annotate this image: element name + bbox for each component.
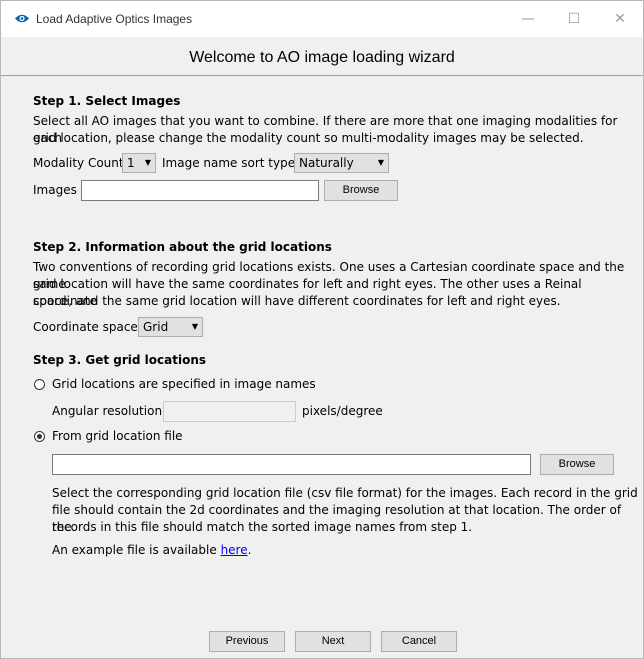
radio-grid-in-image-names[interactable] (34, 379, 45, 390)
step1-description-line2: grid location, please change the modalit… (33, 131, 584, 145)
step3-description-line3: records in this file should match the so… (52, 520, 473, 534)
step2-heading: Step 2. Information about the grid locat… (33, 240, 332, 254)
wizard-header: Welcome to AO image loading wizard (1, 38, 643, 76)
close-button[interactable]: ✕ (597, 1, 643, 37)
modality-count-dropdown[interactable]: 1 ▼ (122, 153, 156, 173)
modality-count-value: 1 (127, 156, 135, 170)
sort-type-label: Image name sort type (162, 156, 296, 170)
maximize-button[interactable]: ☐ (551, 1, 597, 37)
example-file-prefix: An example file is available (52, 543, 221, 557)
radio-grid-in-image-names-label[interactable]: Grid locations are specified in image na… (52, 376, 316, 393)
coordinate-space-label: Coordinate space (33, 320, 138, 334)
example-file-suffix: . (247, 543, 252, 557)
title-bar: Load Adaptive Optics Images — ☐ ✕ (1, 1, 643, 37)
coordinate-space-dropdown[interactable]: Grid ▼ (138, 317, 203, 337)
next-button[interactable]: Next (295, 631, 371, 652)
sort-type-dropdown[interactable]: Naturally ▼ (294, 153, 389, 173)
modality-count-label: Modality Count (33, 156, 124, 170)
images-browse-button[interactable]: Browse (324, 180, 398, 201)
angular-resolution-label: Angular resolution (52, 404, 163, 418)
grid-file-input[interactable] (52, 454, 531, 475)
step1-heading: Step 1. Select Images (33, 94, 181, 108)
images-input[interactable] (81, 180, 319, 201)
coordinate-space-value: Grid (143, 320, 169, 334)
cancel-button[interactable]: Cancel (381, 631, 457, 652)
step3-description-line1: Select the corresponding grid location f… (52, 486, 638, 500)
page-title: Welcome to AO image loading wizard (189, 49, 455, 66)
wizard-window: Load Adaptive Optics Images — ☐ ✕ Welcom… (0, 0, 644, 659)
step3-heading: Step 3. Get grid locations (33, 353, 207, 367)
radio-grid-location-file[interactable] (34, 431, 45, 442)
step2-description-line3: space, and the same grid location will h… (33, 294, 561, 308)
radio-grid-location-file-label[interactable]: From grid location file (52, 428, 183, 445)
grid-file-browse-button[interactable]: Browse (540, 454, 614, 475)
images-label: Images (33, 183, 77, 197)
chevron-down-icon: ▼ (377, 158, 384, 167)
window-title: Load Adaptive Optics Images (36, 12, 193, 26)
sort-type-value: Naturally (299, 156, 354, 170)
angular-resolution-input[interactable] (163, 401, 296, 422)
example-file-link[interactable]: here (221, 543, 248, 557)
chevron-down-icon: ▼ (191, 322, 198, 331)
chevron-down-icon: ▼ (144, 158, 151, 167)
example-file-text: An example file is available here. (52, 542, 251, 559)
previous-button[interactable]: Previous (209, 631, 285, 652)
eye-icon (15, 14, 29, 23)
minimize-button[interactable]: — (505, 1, 551, 37)
angular-resolution-unit: pixels/degree (302, 404, 383, 418)
wizard-content: Step 1. Select Images Select all AO imag… (1, 76, 643, 658)
